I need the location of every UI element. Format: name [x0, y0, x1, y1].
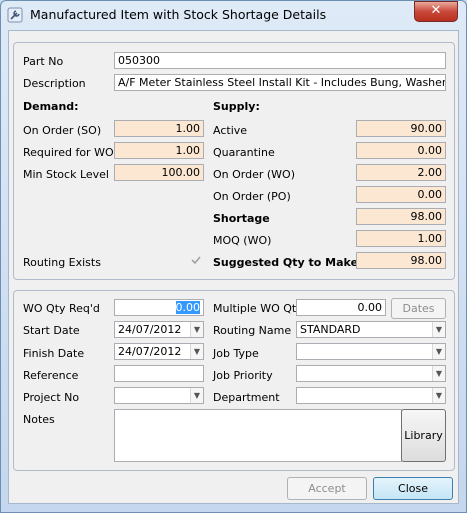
chevron-down-icon[interactable]: ▼ [190, 388, 203, 403]
department-label: Department [213, 391, 280, 404]
required-for-wo-label: Required for WO [23, 146, 114, 159]
job-type-label: Job Type [213, 347, 259, 360]
moq-value: 1.00 [356, 230, 446, 247]
supply-heading: Supply: [213, 100, 260, 113]
chevron-down-icon[interactable]: ▼ [432, 388, 445, 403]
accept-button[interactable]: Accept [287, 477, 367, 500]
routing-exists-label: Routing Exists [23, 256, 101, 269]
wo-qty-input[interactable]: 0.00 [114, 299, 204, 316]
finish-date-picker[interactable]: 24/07/2012 ▼ [114, 343, 204, 360]
project-no-select[interactable]: ▼ [114, 387, 204, 404]
finish-date-label: Finish Date [23, 347, 85, 360]
chevron-down-icon[interactable]: ▼ [432, 344, 445, 359]
project-no-label: Project No [23, 391, 80, 404]
multiple-wo-qty-label: Multiple WO Qty [213, 302, 303, 315]
chevron-down-icon[interactable]: ▼ [190, 344, 203, 359]
min-stock-value: 100.00 [114, 164, 204, 181]
window-title: Manufactured Item with Stock Shortage De… [30, 7, 327, 22]
title-bar: Manufactured Item with Stock Shortage De… [0, 0, 467, 30]
quarantine-label: Quarantine [213, 146, 275, 159]
reference-input[interactable] [114, 365, 204, 382]
wrench-icon [7, 7, 23, 23]
close-button[interactable]: Close [373, 477, 453, 500]
close-window-button[interactable]: ✕ [414, 1, 458, 22]
wo-qty-selected-text: 0.00 [175, 301, 200, 314]
notes-label: Notes [23, 413, 55, 426]
on-order-po-label: On Order (PO) [213, 190, 291, 203]
min-stock-label: Min Stock Level [23, 168, 109, 181]
chevron-down-icon[interactable]: ▼ [190, 322, 203, 337]
suggested-qty-label: Suggested Qty to Make [213, 256, 359, 269]
notes-textarea[interactable] [114, 409, 402, 462]
start-date-label: Start Date [23, 324, 80, 337]
chevron-down-icon[interactable]: ▼ [432, 366, 445, 381]
part-no-label: Part No [23, 55, 64, 68]
shortage-label: Shortage [213, 212, 270, 225]
start-date-picker[interactable]: 24/07/2012 ▼ [114, 321, 204, 338]
part-no-field[interactable]: 050300 [114, 52, 446, 69]
suggested-qty-value: 98.00 [356, 252, 446, 269]
shortage-value: 98.00 [356, 208, 446, 225]
routing-name-value: STANDARD [300, 323, 361, 336]
on-order-po-value: 0.00 [356, 186, 446, 203]
checkmark-icon [191, 256, 201, 265]
department-select[interactable]: ▼ [296, 387, 446, 404]
multiple-wo-qty-input[interactable]: 0.00 [296, 299, 386, 316]
finish-date-value: 24/07/2012 [118, 345, 182, 358]
active-label: Active [213, 124, 248, 137]
job-type-select[interactable]: ▼ [296, 343, 446, 360]
reference-label: Reference [23, 369, 79, 382]
job-priority-select[interactable]: ▼ [296, 365, 446, 382]
routing-name-label: Routing Name [213, 324, 292, 337]
demand-heading: Demand: [23, 100, 79, 113]
chevron-down-icon[interactable]: ▼ [432, 322, 445, 337]
description-field[interactable]: A/F Meter Stainless Steel Install Kit - … [114, 74, 446, 91]
on-order-so-label: On Order (SO) [23, 124, 102, 137]
dates-button[interactable]: Dates [391, 298, 446, 319]
job-priority-label: Job Priority [213, 369, 273, 382]
description-label: Description [23, 77, 86, 90]
moq-label: MOQ (WO) [213, 234, 272, 247]
on-order-wo-label: On Order (WO) [213, 168, 296, 181]
active-value: 90.00 [356, 120, 446, 137]
on-order-so-value: 1.00 [114, 120, 204, 137]
on-order-wo-value: 2.00 [356, 164, 446, 181]
routing-name-select[interactable]: STANDARD ▼ [296, 321, 446, 338]
wo-qty-label: WO Qty Req'd [23, 302, 100, 315]
required-for-wo-value: 1.00 [114, 142, 204, 159]
start-date-value: 24/07/2012 [118, 323, 182, 336]
library-button[interactable]: Library [401, 409, 446, 462]
quarantine-value: 0.00 [356, 142, 446, 159]
